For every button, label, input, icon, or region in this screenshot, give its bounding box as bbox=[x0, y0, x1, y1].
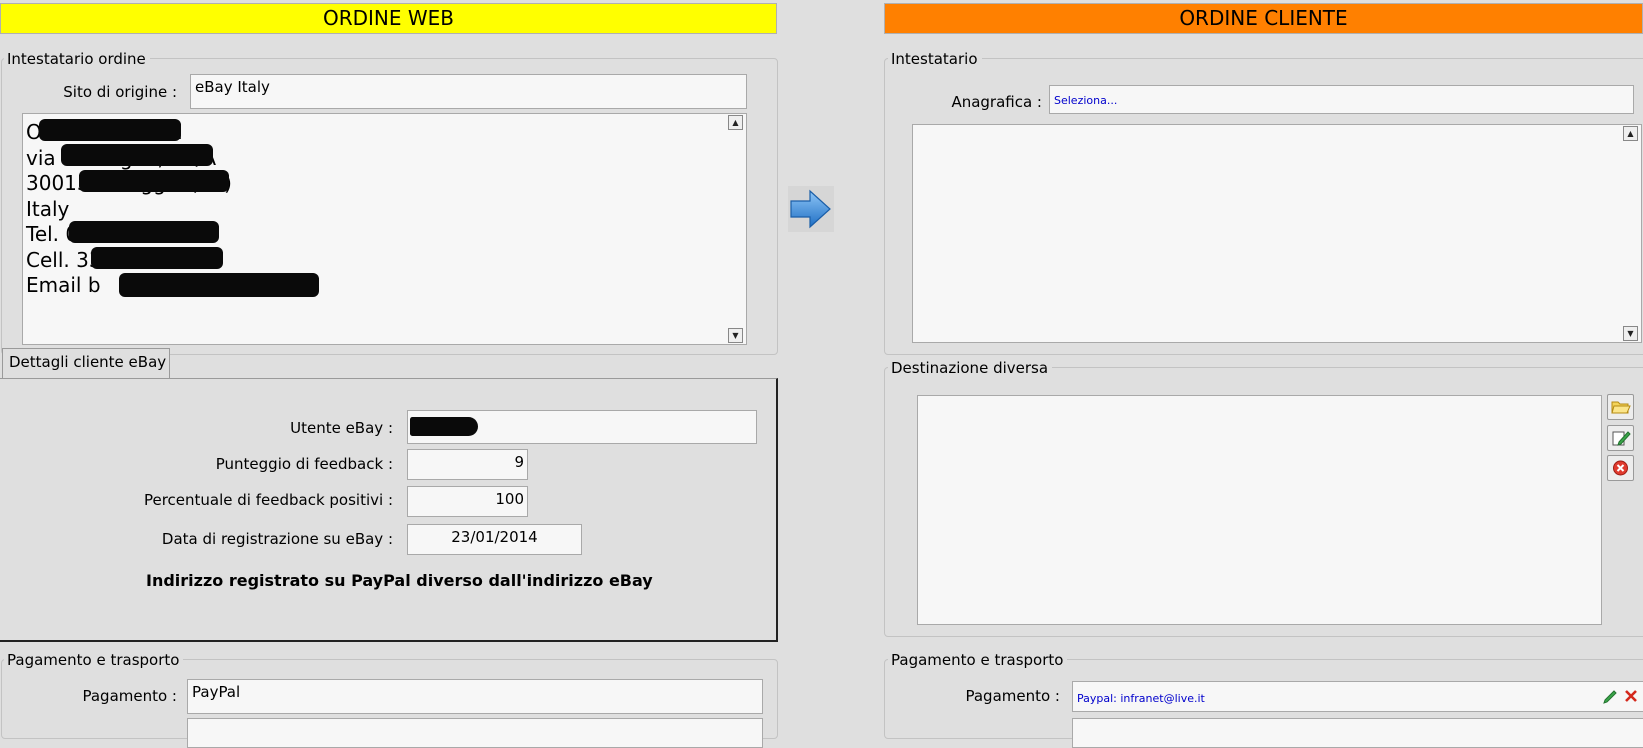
folder-open-icon bbox=[1611, 401, 1631, 414]
feedback-percent-label: Percentuale di feedback positivi : bbox=[143, 491, 393, 509]
customer-payment-label: Pagamento : bbox=[965, 687, 1060, 705]
ebay-user-label: Utente eBay : bbox=[290, 419, 393, 437]
alt-destination-legend: Destinazione diversa bbox=[888, 359, 1053, 377]
redaction-mark bbox=[61, 144, 213, 166]
payment-clear-button[interactable] bbox=[1623, 688, 1639, 704]
address-line: Italy bbox=[26, 196, 70, 221]
web-payment-legend: Pagamento e trasporto bbox=[4, 651, 184, 669]
alt-destination-box[interactable] bbox=[917, 395, 1602, 625]
customer-payment-legend: Pagamento e trasporto bbox=[888, 651, 1068, 669]
address-scrollbar[interactable]: ▲ ▼ bbox=[728, 115, 745, 343]
registration-date-field[interactable]: 23/01/2014 bbox=[407, 524, 582, 555]
origin-site-field[interactable]: eBay Italy bbox=[190, 74, 747, 109]
customer-shipping-field[interactable] bbox=[1072, 718, 1643, 748]
web-order-banner: ORDINE WEB bbox=[0, 3, 777, 34]
feedback-score-label: Punteggio di feedback : bbox=[215, 455, 393, 473]
edit-icon bbox=[1612, 431, 1631, 446]
customer-order-banner: ORDINE CLIENTE bbox=[884, 3, 1643, 34]
customer-registry-box[interactable]: ▲ ▼ bbox=[912, 124, 1642, 343]
registry-select[interactable]: Seleziona... bbox=[1049, 85, 1634, 114]
edit-button[interactable] bbox=[1607, 425, 1634, 451]
registry-label: Anagrafica : bbox=[951, 93, 1042, 111]
registration-date-label: Data di registrazione su eBay : bbox=[161, 530, 393, 548]
redaction-mark bbox=[91, 247, 223, 269]
redaction-mark bbox=[79, 170, 229, 192]
customer-address-box[interactable]: Omar Bertacchivia Sardegna, 29/A30015 Ch… bbox=[22, 113, 747, 345]
close-icon bbox=[1625, 690, 1637, 702]
redaction-mark bbox=[39, 119, 181, 141]
ebay-user-field[interactable] bbox=[407, 410, 757, 444]
pencil-icon bbox=[1603, 690, 1617, 704]
customer-order-title: ORDINE CLIENTE bbox=[1179, 6, 1348, 30]
transfer-arrow-button[interactable] bbox=[788, 186, 834, 232]
delete-icon bbox=[1613, 460, 1628, 476]
web-shipping-field[interactable] bbox=[187, 718, 763, 748]
customer-payment-select[interactable]: Paypal: infranet@live.it bbox=[1072, 681, 1643, 712]
redaction-mark bbox=[410, 417, 478, 436]
redaction-mark bbox=[69, 221, 219, 243]
web-holder-legend: Intestatario ordine bbox=[4, 50, 150, 68]
scroll-down-icon[interactable]: ▼ bbox=[728, 328, 743, 343]
web-order-title: ORDINE WEB bbox=[322, 6, 455, 30]
redaction-mark bbox=[119, 273, 319, 297]
customer-holder-legend: Intestatario bbox=[888, 50, 982, 68]
web-payment-field[interactable]: PayPal bbox=[187, 679, 763, 714]
arrow-right-icon bbox=[790, 189, 831, 229]
feedback-score-field[interactable]: 9 bbox=[407, 449, 528, 480]
feedback-percent-field[interactable]: 100 bbox=[407, 486, 528, 517]
delete-button[interactable] bbox=[1607, 455, 1634, 481]
folder-open-button[interactable] bbox=[1607, 394, 1634, 420]
web-payment-label: Pagamento : bbox=[82, 687, 177, 705]
origin-site-label: Sito di origine : bbox=[63, 83, 177, 101]
scroll-up-icon[interactable]: ▲ bbox=[1623, 126, 1638, 141]
tab-label: Dettagli cliente eBay bbox=[9, 353, 167, 371]
paypal-address-notice: Indirizzo registrato su PayPal diverso d… bbox=[146, 571, 653, 590]
tab-ebay-customer-details[interactable]: Dettagli cliente eBay bbox=[2, 348, 170, 379]
registry-scrollbar[interactable]: ▲ ▼ bbox=[1623, 126, 1640, 341]
payment-edit-button[interactable] bbox=[1603, 688, 1619, 704]
scroll-up-icon[interactable]: ▲ bbox=[728, 115, 743, 130]
scroll-down-icon[interactable]: ▼ bbox=[1623, 326, 1638, 341]
